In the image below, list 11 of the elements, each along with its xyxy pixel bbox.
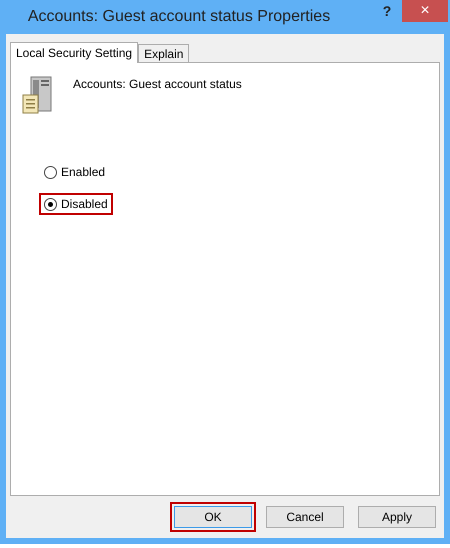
dialog-button[interactable]: Cancel bbox=[266, 506, 344, 528]
radio-option[interactable]: Disabled bbox=[39, 193, 113, 215]
tab[interactable]: Explain bbox=[138, 44, 190, 62]
dialog-button[interactable]: OK bbox=[174, 506, 252, 528]
policy-name: Accounts: Guest account status bbox=[73, 77, 242, 91]
close-button[interactable]: × bbox=[402, 0, 448, 22]
window-title: Accounts: Guest account status Properties bbox=[26, 8, 332, 26]
dialog-button[interactable]: Apply bbox=[358, 506, 436, 528]
radio-option[interactable]: Enabled bbox=[39, 161, 110, 183]
help-button[interactable]: ? bbox=[372, 0, 402, 22]
tab[interactable]: Local Security Setting bbox=[10, 42, 138, 63]
